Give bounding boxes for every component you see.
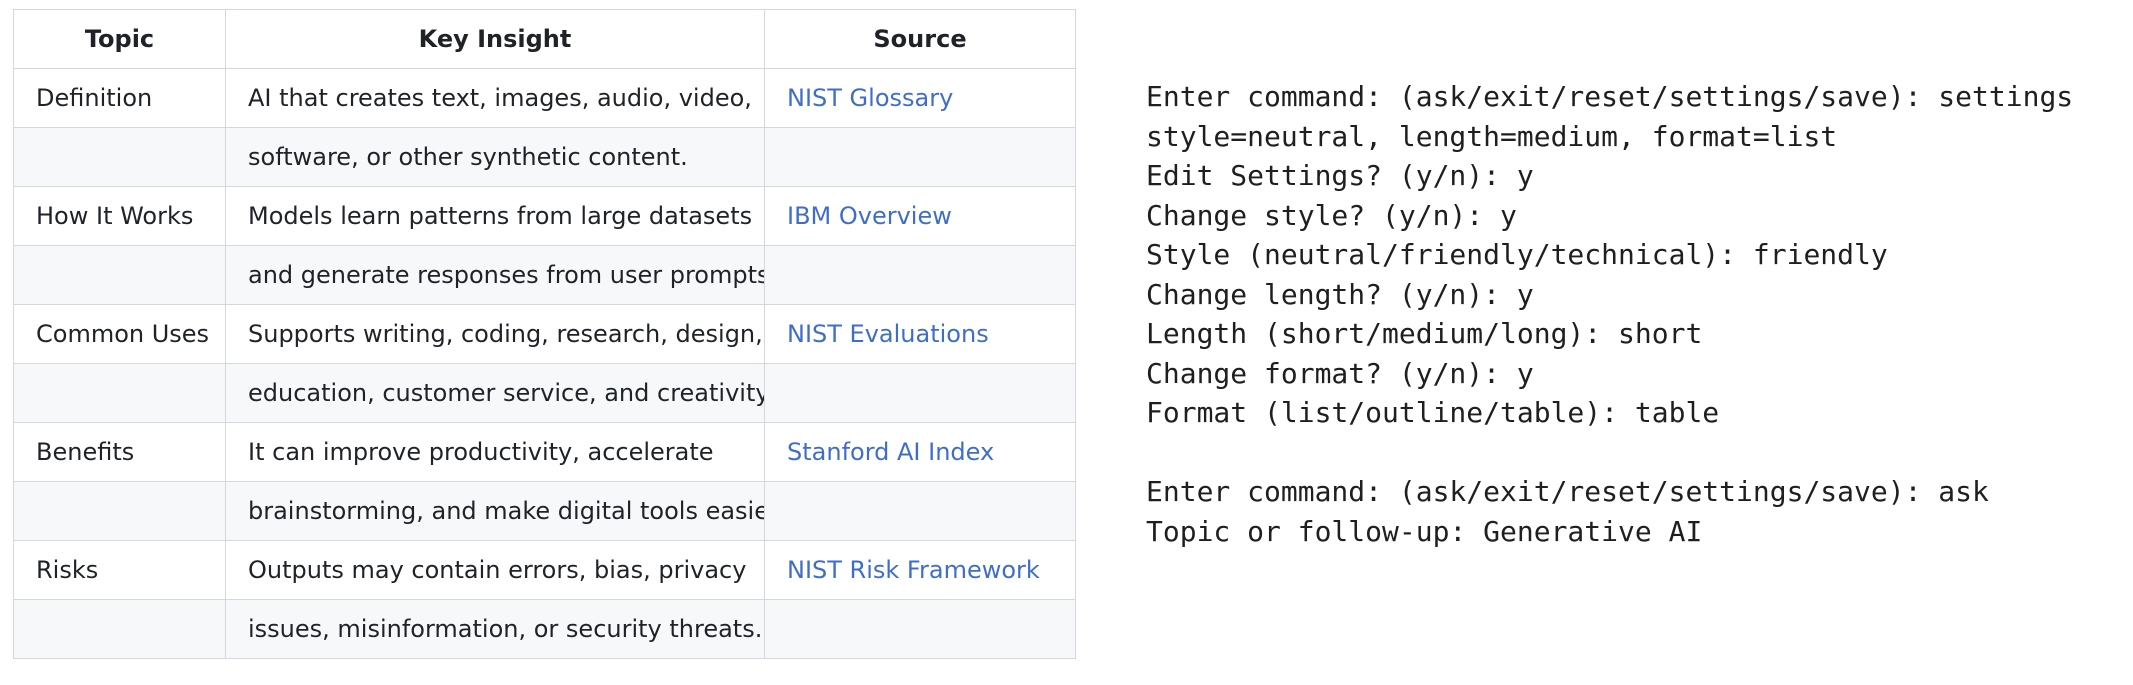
cell-source-empty xyxy=(764,127,1076,187)
cell-topic-empty xyxy=(13,363,226,423)
cell-insight: education, customer service, and creativ… xyxy=(225,363,765,423)
cell-insight: It can improve productivity, accelerate xyxy=(225,422,765,482)
cell-source: Stanford AI Index xyxy=(764,422,1076,482)
cell-source-empty xyxy=(764,481,1076,541)
table-row-continued: education, customer service, and creativ… xyxy=(13,363,1076,423)
terminal-line: Change length? (y/n): y xyxy=(1146,277,1534,311)
cell-insight: Models learn patterns from large dataset… xyxy=(225,186,765,246)
table-row-continued: and generate responses from user prompts… xyxy=(13,245,1076,305)
table-row: Common Uses Supports writing, coding, re… xyxy=(13,304,1076,364)
terminal-output[interactable]: Enter command: (ask/exit/reset/settings/… xyxy=(1128,63,2118,563)
cell-source: NIST Evaluations xyxy=(764,304,1076,364)
source-link[interactable]: Stanford AI Index xyxy=(787,438,994,466)
source-link[interactable]: NIST Glossary xyxy=(787,84,953,112)
cell-source-empty xyxy=(764,599,1076,659)
terminal-line: Enter command: (ask/exit/reset/settings/… xyxy=(1146,80,2074,113)
cell-insight: brainstorming, and make digital tools ea… xyxy=(225,481,765,541)
cell-insight: Outputs may contain errors, bias, privac… xyxy=(225,540,765,600)
terminal-line: Change style? (y/n): y xyxy=(1146,198,1517,232)
header-source: Source xyxy=(764,9,1076,69)
cell-topic: Common Uses xyxy=(13,304,226,364)
cell-topic-empty xyxy=(13,599,226,659)
cell-topic: Risks xyxy=(13,540,226,600)
cell-source: NIST Risk Framework xyxy=(764,540,1076,600)
cell-topic: How It Works xyxy=(13,186,226,246)
source-link[interactable]: NIST Evaluations xyxy=(787,320,989,348)
cell-insight: issues, misinformation, or security thre… xyxy=(225,599,765,659)
terminal-line: Change format? (y/n): y xyxy=(1146,356,1534,390)
cell-insight: Supports writing, coding, research, desi… xyxy=(225,304,765,364)
table-header-row: Topic Key Insight Source xyxy=(13,9,1076,69)
terminal-line: Style (neutral/friendly/technical): frie… xyxy=(1146,238,1888,271)
cell-insight: and generate responses from user prompts… xyxy=(225,245,765,305)
cell-source: IBM Overview xyxy=(764,186,1076,246)
table-row: Benefits It can improve productivity, ac… xyxy=(13,422,1076,482)
table-row-continued: brainstorming, and make digital tools ea… xyxy=(13,481,1076,541)
source-link[interactable]: NIST Risk Framework xyxy=(787,556,1040,584)
header-topic: Topic xyxy=(13,9,226,69)
table-row: Definition AI that creates text, images,… xyxy=(13,68,1076,128)
terminal-line: Format (list/outline/table): table xyxy=(1146,396,1720,429)
cell-source-empty xyxy=(764,245,1076,305)
table-row-continued: software, or other synthetic content. xyxy=(13,127,1076,187)
cell-topic: Benefits xyxy=(13,422,226,482)
cell-topic: Definition xyxy=(13,68,226,128)
terminal-line: Edit Settings? (y/n): y xyxy=(1146,159,1534,192)
cell-topic-empty xyxy=(13,127,226,187)
cell-source-empty xyxy=(764,363,1076,423)
cell-topic-empty xyxy=(13,245,226,305)
cell-insight: AI that creates text, images, audio, vid… xyxy=(225,68,765,128)
insights-table-container: Topic Key Insight Source Definition AI t… xyxy=(13,9,1076,659)
table-row: Risks Outputs may contain errors, bias, … xyxy=(13,540,1076,600)
source-link[interactable]: IBM Overview xyxy=(787,202,952,230)
cell-topic-empty xyxy=(13,481,226,541)
terminal-line: Enter command: (ask/exit/reset/settings/… xyxy=(1146,475,1989,508)
terminal-line: style=neutral, length=medium, format=lis… xyxy=(1146,119,1838,153)
table-row-continued: issues, misinformation, or security thre… xyxy=(13,599,1076,659)
terminal-line: Topic or follow-up: Generative AI xyxy=(1146,514,1703,548)
insights-table: Topic Key Insight Source Definition AI t… xyxy=(13,9,1076,659)
header-key-insight: Key Insight xyxy=(225,9,765,69)
table-row: How It Works Models learn patterns from … xyxy=(13,186,1076,246)
cell-source: NIST Glossary xyxy=(764,68,1076,128)
cell-insight: software, or other synthetic content. xyxy=(225,127,765,187)
terminal-line: Length (short/medium/long): short xyxy=(1146,317,1703,350)
